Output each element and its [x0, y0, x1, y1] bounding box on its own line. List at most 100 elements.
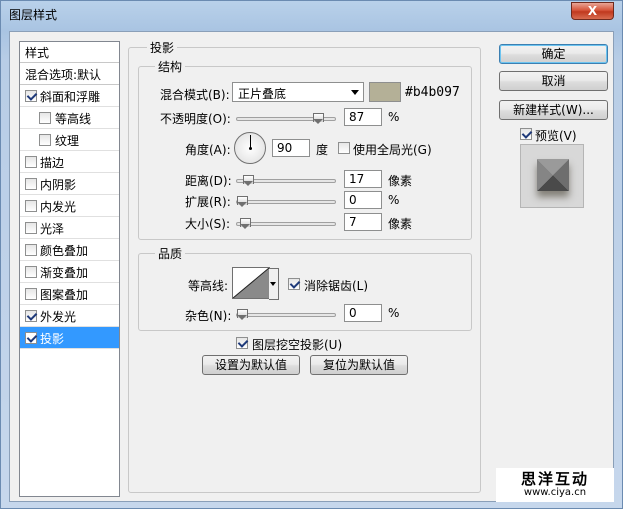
spread-label: 扩展(R): — [185, 195, 231, 209]
style-item[interactable]: 光泽 — [20, 217, 119, 239]
style-item-checkbox[interactable] — [25, 178, 37, 190]
style-item[interactable]: 纹理 — [20, 129, 119, 151]
opacity-slider-thumb[interactable] — [313, 113, 324, 124]
distance-unit: 像素 — [388, 174, 413, 188]
style-item-checkbox[interactable] — [25, 332, 37, 344]
style-item[interactable]: 等高线 — [20, 107, 119, 129]
spread-slider-thumb[interactable] — [237, 196, 248, 207]
noise-slider[interactable] — [236, 309, 336, 320]
watermark: 思洋互动 www.ciya.cn — [496, 468, 614, 502]
style-item-checkbox[interactable] — [25, 266, 37, 278]
size-input[interactable]: 7 — [344, 213, 382, 231]
knockout-label: 图层挖空投影(U) — [252, 338, 343, 352]
distance-input[interactable]: 17 — [344, 170, 382, 188]
style-item-label: 纹理 — [55, 134, 80, 148]
title-bar[interactable]: 图层样式 X — [1, 1, 622, 29]
preview-checkbox[interactable] — [520, 128, 532, 140]
opacity-label: 不透明度(O): — [160, 112, 231, 126]
ok-button[interactable]: 确定 — [499, 44, 608, 64]
style-item-label: 图案叠加 — [40, 288, 89, 302]
style-item-checkbox[interactable] — [25, 90, 37, 102]
contour-picker[interactable] — [232, 267, 279, 300]
style-item-checkbox[interactable] — [25, 310, 37, 322]
knockout-checkbox[interactable] — [236, 337, 248, 349]
layer-style-dialog: 图层样式 X 样式 混合选项:默认 斜面和浮雕等高线纹理描边内阴影内发光光泽颜色… — [0, 0, 623, 509]
contour-dropdown-button[interactable] — [269, 268, 279, 300]
new-style-button[interactable]: 新建样式(W)... — [499, 100, 608, 120]
style-item-checkbox[interactable] — [39, 134, 51, 146]
preview-label: 预览(V) — [535, 129, 577, 143]
noise-label: 杂色(N): — [185, 309, 232, 323]
style-preview — [520, 144, 584, 208]
spread-unit: % — [388, 193, 400, 207]
blend-mode-value: 正片叠底 — [238, 87, 287, 101]
style-item-label: 渐变叠加 — [40, 266, 89, 280]
watermark-title: 思洋互动 — [520, 470, 589, 488]
style-item-checkbox[interactable] — [25, 222, 37, 234]
spread-input[interactable]: 0 — [344, 191, 382, 209]
size-label: 大小(S): — [185, 217, 231, 231]
style-item[interactable]: 图案叠加 — [20, 283, 119, 305]
opacity-unit: % — [388, 110, 400, 124]
style-items: 斜面和浮雕等高线纹理描边内阴影内发光光泽颜色叠加渐变叠加图案叠加外发光投影 — [20, 85, 119, 349]
angle-unit: 度 — [316, 143, 329, 157]
size-slider[interactable] — [236, 218, 336, 229]
style-item-checkbox[interactable] — [25, 244, 37, 256]
styles-list: 样式 混合选项:默认 斜面和浮雕等高线纹理描边内阴影内发光光泽颜色叠加渐变叠加图… — [19, 41, 120, 497]
preview-thumbnail — [537, 159, 569, 191]
contour-curve-icon — [232, 267, 270, 299]
make-default-button[interactable]: 设置为默认值 — [202, 355, 300, 375]
style-item-checkbox[interactable] — [25, 156, 37, 168]
close-button[interactable]: X — [571, 2, 614, 20]
style-item[interactable]: 斜面和浮雕 — [20, 85, 119, 107]
contour-label: 等高线: — [188, 279, 229, 293]
angle-input[interactable]: 90 — [272, 139, 310, 157]
style-item[interactable]: 内发光 — [20, 195, 119, 217]
style-item[interactable]: 外发光 — [20, 305, 119, 327]
spread-slider[interactable] — [236, 196, 336, 207]
style-item-label: 描边 — [40, 156, 65, 170]
style-item-checkbox[interactable] — [25, 288, 37, 300]
size-unit: 像素 — [388, 217, 413, 231]
styles-header[interactable]: 样式 — [20, 42, 119, 63]
blending-options-item[interactable]: 混合选项:默认 — [20, 63, 119, 85]
angle-label: 角度(A): — [185, 143, 231, 157]
antialias-checkbox[interactable] — [288, 278, 300, 290]
angle-center-dot — [249, 147, 252, 150]
style-item[interactable]: 内阴影 — [20, 173, 119, 195]
style-item[interactable]: 颜色叠加 — [20, 239, 119, 261]
chevron-down-icon — [351, 90, 359, 95]
style-item[interactable]: 描边 — [20, 151, 119, 173]
reset-default-button[interactable]: 复位为默认值 — [310, 355, 408, 375]
opacity-slider[interactable] — [236, 113, 336, 124]
noise-input[interactable]: 0 — [344, 304, 382, 322]
angle-dial[interactable] — [234, 132, 266, 164]
distance-slider[interactable] — [236, 175, 336, 186]
global-light-checkbox[interactable] — [338, 142, 350, 154]
cancel-button[interactable]: 取消 — [499, 71, 608, 91]
style-item-label: 外发光 — [40, 310, 77, 324]
style-item-label: 颜色叠加 — [40, 244, 89, 258]
style-item-label: 内发光 — [40, 200, 77, 214]
opacity-input[interactable]: 87 — [344, 108, 382, 126]
bevel-pyramid-icon — [537, 159, 569, 191]
window-title: 图层样式 — [9, 8, 58, 22]
style-item-checkbox[interactable] — [39, 112, 51, 124]
style-item-label: 等高线 — [55, 112, 92, 126]
distance-slider-thumb[interactable] — [243, 175, 254, 186]
distance-label: 距离(D): — [185, 174, 232, 188]
style-item-checkbox[interactable] — [25, 200, 37, 212]
style-item[interactable]: 渐变叠加 — [20, 261, 119, 283]
antialias-label: 消除锯齿(L) — [304, 279, 369, 293]
quality-title: 品质 — [155, 245, 186, 262]
global-light-label: 使用全局光(G) — [353, 143, 432, 157]
noise-slider-thumb[interactable] — [237, 309, 248, 320]
style-item-label: 光泽 — [40, 222, 65, 236]
noise-unit: % — [388, 306, 400, 320]
shadow-color-swatch[interactable] — [369, 82, 401, 102]
blend-mode-select[interactable]: 正片叠底 — [232, 82, 364, 102]
size-slider-thumb[interactable] — [240, 218, 251, 229]
dialog-body: 样式 混合选项:默认 斜面和浮雕等高线纹理描边内阴影内发光光泽颜色叠加渐变叠加图… — [9, 31, 614, 502]
structure-title: 结构 — [155, 58, 186, 75]
style-item[interactable]: 投影 — [20, 327, 119, 349]
